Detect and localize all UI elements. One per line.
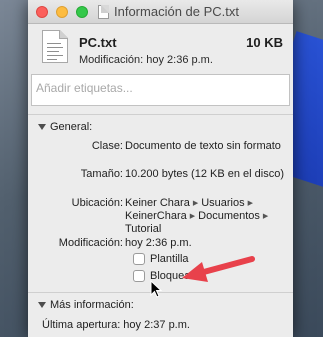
- title-bar[interactable]: Información de PC.txt: [28, 0, 293, 24]
- path-segment: Keiner Chara: [125, 197, 190, 209]
- file-modified: Modificación: hoy 2:36 p.m.: [79, 54, 213, 66]
- divider: [28, 114, 293, 115]
- general-header: General:: [50, 121, 93, 133]
- last-opened-value: Última apertura: hoy 2:37 p.m.: [42, 319, 190, 331]
- path-separator-icon: ▶: [247, 200, 254, 207]
- document-icon: [98, 4, 109, 19]
- tamano-row: Tamaño: 10.200 bytes (12 KB en el disco): [28, 168, 293, 194]
- title-group: Información de PC.txt: [98, 4, 239, 19]
- tamano-value: 10.200 bytes (12 KB en el disco): [125, 168, 284, 180]
- text-file-icon: [42, 30, 68, 63]
- window-title: Información de PC.txt: [114, 4, 239, 19]
- path-separator-icon: ▶: [189, 213, 196, 220]
- general-section-toggle[interactable]: General:: [38, 121, 92, 133]
- disclosure-triangle-icon[interactable]: [38, 302, 46, 308]
- path-segment: Tutorial: [125, 223, 162, 235]
- path-separator-icon: ▶: [262, 213, 269, 220]
- tags-field[interactable]: Añadir etiquetas...: [31, 74, 290, 106]
- path-segment: Usuarios: [201, 197, 245, 209]
- clase-label: Clase:: [91, 140, 123, 152]
- annotation-arrow-icon: [182, 256, 255, 282]
- path-segment: KeinerChara: [125, 210, 187, 222]
- modificacion-value: hoy 2:36 p.m.: [125, 237, 192, 249]
- mouse-cursor-icon: [150, 280, 162, 298]
- path-segment: Documentos: [198, 210, 260, 222]
- more-info-section-toggle[interactable]: Más información:: [38, 299, 134, 311]
- modificacion-label: Modificación:: [58, 237, 123, 249]
- modificacion-row: Modificación: hoy 2:36 p.m.: [28, 237, 293, 251]
- tags-placeholder: Añadir etiquetas...: [36, 81, 133, 95]
- plantilla-checkbox[interactable]: [133, 253, 145, 265]
- clase-row: Clase: Documento de texto sin formato: [28, 140, 293, 166]
- file-size: 10 KB: [246, 35, 283, 50]
- file-name: PC.txt: [79, 35, 117, 50]
- file-header: PC.txt 10 KB Modificación: hoy 2:36 p.m.: [28, 24, 293, 76]
- last-opened-row: Última apertura: hoy 2:37 p.m.: [28, 319, 293, 333]
- bloqueado-checkbox[interactable]: [133, 270, 145, 282]
- zoom-button[interactable]: [76, 6, 88, 18]
- ubicacion-label: Ubicación:: [71, 197, 123, 209]
- path-separator-icon: ▶: [192, 200, 199, 207]
- ubicacion-row: Ubicación: Keiner Chara ▶ Usuarios ▶ KeinerC…: [28, 197, 293, 235]
- disclosure-triangle-icon[interactable]: [38, 124, 46, 130]
- more-info-header: Más información:: [50, 299, 134, 311]
- ubicacion-path: Keiner Chara ▶ Usuarios ▶ KeinerChara ▶ Docume…: [125, 197, 285, 235]
- minimize-button[interactable]: [56, 6, 68, 18]
- tamano-label: Tamaño:: [80, 168, 123, 180]
- clase-value: Documento de texto sin formato: [125, 140, 281, 152]
- close-button[interactable]: [36, 6, 48, 18]
